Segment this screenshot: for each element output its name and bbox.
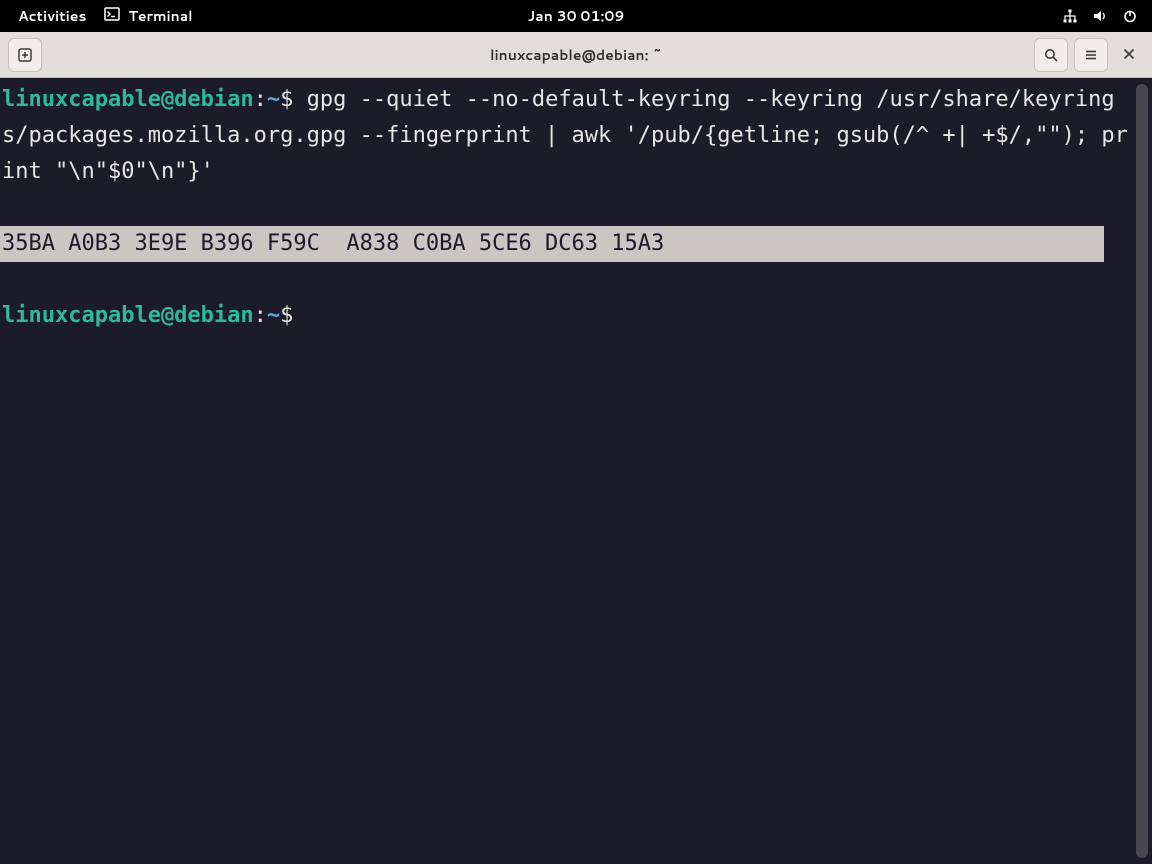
prompt-user: linuxcapable@debian: [2, 303, 254, 328]
volume-icon[interactable]: [1092, 8, 1108, 24]
window-title: linuxcapable@debian: ~: [490, 45, 662, 65]
blank-line: [0, 262, 1128, 298]
fingerprint-output: 35BA A0B3 3E9E B396 F59C A838 C0BA 5CE6 …: [0, 226, 1104, 262]
command-line-1: linuxcapable@debian:~$ gpg --quiet --no-…: [0, 82, 1128, 190]
terminal-area[interactable]: linuxcapable@debian:~$ gpg --quiet --no-…: [0, 78, 1152, 864]
prompt-user: linuxcapable@debian: [2, 87, 254, 112]
terminal-content: linuxcapable@debian:~$ gpg --quiet --no-…: [0, 82, 1152, 334]
prompt-colon: :: [254, 303, 267, 328]
active-app-label: Terminal: [128, 6, 192, 26]
prompt-line-2: linuxcapable@debian:~$: [0, 298, 1128, 334]
power-icon[interactable]: [1122, 8, 1138, 24]
gnome-topbar: Activities Terminal Jan 30 01:09: [0, 0, 1152, 32]
close-button[interactable]: [1114, 38, 1144, 72]
titlebar-left: [8, 38, 42, 72]
activities-button[interactable]: Activities: [18, 6, 86, 26]
search-button[interactable]: [1034, 38, 1068, 72]
titlebar-right: [1034, 38, 1144, 72]
close-icon: [1123, 43, 1135, 66]
window-titlebar: linuxcapable@debian: ~: [0, 32, 1152, 78]
prompt-tilde: ~: [267, 303, 280, 328]
terminal-scrollbar[interactable]: [1136, 84, 1148, 858]
active-app-indicator[interactable]: Terminal: [104, 6, 192, 27]
blank-line: [0, 190, 1128, 226]
topbar-datetime[interactable]: Jan 30 01:09: [528, 6, 625, 26]
prompt-dollar: $: [280, 87, 293, 112]
cursor-space: [293, 303, 306, 328]
prompt-colon: :: [254, 87, 267, 112]
terminal-icon: [104, 6, 120, 27]
prompt-tilde: ~: [267, 87, 280, 112]
prompt-dollar: $: [280, 303, 293, 328]
network-icon[interactable]: [1062, 8, 1078, 24]
topbar-right: [1062, 8, 1152, 24]
topbar-left: Activities Terminal: [0, 6, 193, 27]
hamburger-menu-button[interactable]: [1074, 38, 1108, 72]
new-tab-button[interactable]: [8, 38, 42, 72]
